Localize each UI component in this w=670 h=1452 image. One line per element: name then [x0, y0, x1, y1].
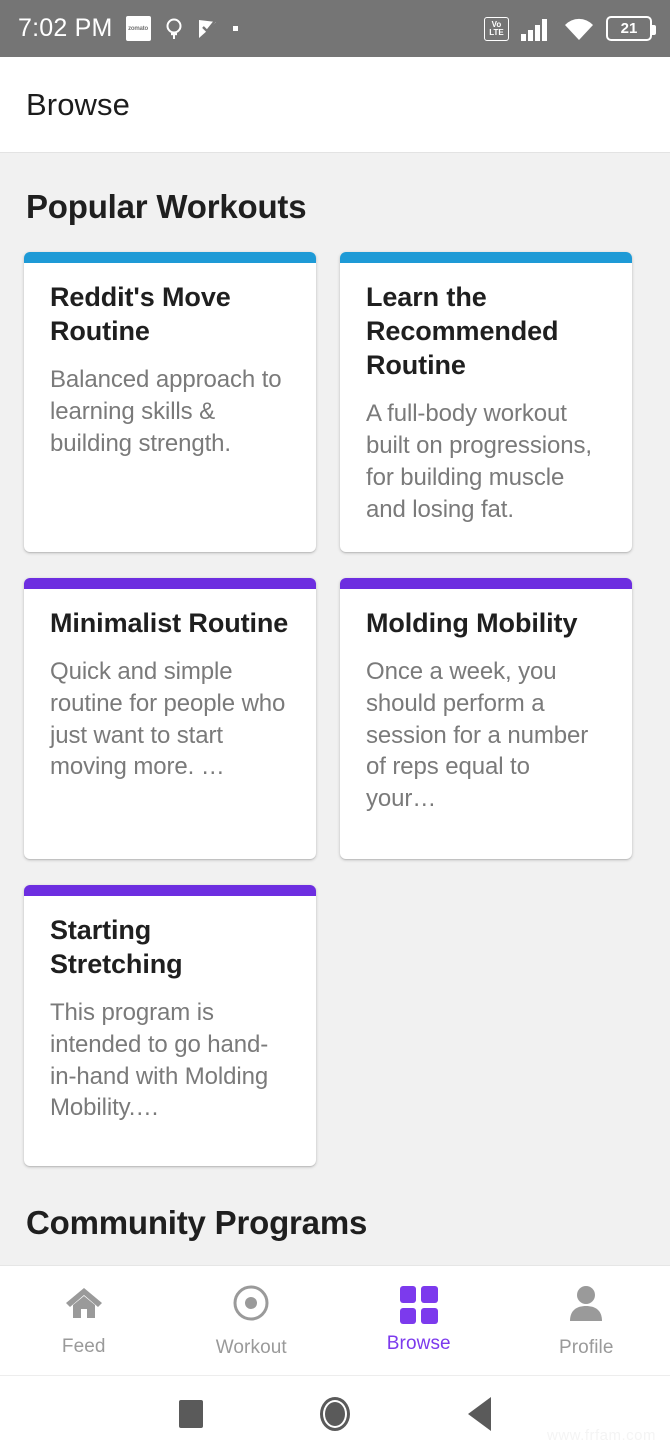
signal-icon — [520, 16, 552, 42]
check-flag-icon — [197, 17, 219, 41]
card-description: This program is intended to go hand-in-h… — [50, 998, 269, 1122]
scroll-content[interactable]: Popular Workouts Reddit's Move Routine B… — [0, 154, 670, 1265]
card-title: Molding Mobility — [366, 607, 578, 638]
card-title: Starting Stretching — [50, 914, 183, 979]
app-bar: Browse — [0, 57, 670, 153]
home-circle-inner — [325, 1402, 346, 1426]
workout-card[interactable]: Molding Mobility Once a week, you should… — [340, 577, 632, 859]
card-accent-bar — [340, 577, 632, 589]
nav-item-browse[interactable]: Browse — [335, 1286, 503, 1355]
card-accent-bar — [340, 252, 632, 263]
status-clock: 7:02 PM — [18, 14, 113, 42]
volte-icon: Vo LTE — [484, 16, 509, 41]
workout-card[interactable]: Reddit's Move Routine Balanced approach … — [24, 252, 316, 552]
nav-label-profile: Profile — [558, 1336, 614, 1358]
grid-cell — [421, 1286, 438, 1303]
popular-workouts-grid-row3: Starting Stretching This program is inte… — [0, 859, 670, 1166]
person-icon — [566, 1283, 606, 1328]
grid-cell — [399, 1286, 417, 1303]
recents-square-icon[interactable] — [178, 1400, 203, 1428]
grid-cell — [399, 1307, 417, 1324]
card-description: Balanced approach to learning skills & b… — [50, 366, 282, 457]
card-description: A full-body workout built on progression… — [366, 400, 592, 523]
dot-icon — [232, 25, 240, 33]
card-description: Once a week, you should perform a sessio… — [366, 657, 589, 813]
card-accent-bar — [24, 884, 316, 896]
card-title: Minimalist Routine — [50, 607, 289, 638]
volte-bottom: LTE — [489, 27, 504, 37]
grid-cell — [421, 1307, 438, 1324]
section-title-community: Community Programs — [26, 1203, 368, 1241]
ring-icon — [164, 17, 184, 41]
section-title-popular: Popular Workouts — [26, 188, 307, 225]
back-triangle-icon[interactable] — [468, 1397, 492, 1431]
nav-label-feed: Feed — [61, 1335, 106, 1357]
phone-screen: 7:02 PM zomato Vo LTE 21 Browse Popular … — [0, 0, 670, 1452]
wifi-icon — [563, 16, 595, 42]
zomato-icon: zomato — [125, 16, 151, 41]
status-bar: 7:02 PM zomato Vo LTE 21 — [0, 0, 670, 57]
nav-item-feed[interactable]: Feed — [0, 1284, 168, 1358]
watermark: www.frfam.com — [546, 1427, 656, 1444]
workout-card[interactable]: Starting Stretching This program is inte… — [24, 884, 316, 1166]
home-circle-icon[interactable] — [320, 1397, 351, 1431]
page-title: Browse — [26, 86, 130, 122]
card-title: Reddit's Move Routine — [50, 282, 231, 347]
battery-level: 21 — [620, 20, 638, 37]
card-description: Quick and simple routine for people who … — [50, 657, 286, 781]
nav-label-browse: Browse — [386, 1333, 451, 1354]
card-accent-bar — [24, 252, 316, 263]
nav-item-workout[interactable]: Workout — [168, 1283, 336, 1359]
status-bar-right: Vo LTE 21 — [484, 16, 656, 42]
card-title: Learn the Recommended Routine — [366, 282, 559, 381]
status-bar-left: 7:02 PM zomato — [18, 14, 484, 43]
battery-icon: 21 — [606, 16, 656, 41]
card-accent-bar — [24, 577, 316, 589]
home-icon — [64, 1284, 104, 1327]
nav-label-workout: Workout — [215, 1336, 287, 1358]
workout-card[interactable]: Minimalist Routine Quick and simple rout… — [24, 577, 316, 859]
nav-item-profile[interactable]: Profile — [503, 1283, 670, 1359]
grid-icon — [399, 1286, 438, 1324]
popular-workouts-grid: Reddit's Move Routine Balanced approach … — [0, 226, 670, 552]
popular-workouts-grid-row2: Minimalist Routine Quick and simple rout… — [0, 552, 670, 859]
zomato-icon-label: zomato — [128, 25, 148, 32]
workout-card[interactable]: Learn the Recommended Routine A full-bod… — [340, 252, 632, 552]
target-circle-icon — [231, 1283, 271, 1328]
bottom-navigation: Feed Workout Browse Profile — [0, 1265, 670, 1375]
